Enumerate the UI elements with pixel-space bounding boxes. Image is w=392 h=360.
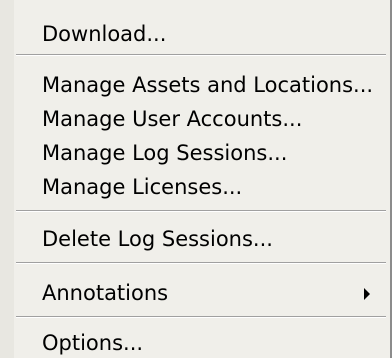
menu-item-manage-assets-and-locations[interactable]: Manage Assets and Locations... bbox=[0, 68, 390, 102]
menu-item-manage-user-accounts[interactable]: Manage User Accounts... bbox=[0, 102, 390, 136]
menu-item-label: Manage Assets and Locations... bbox=[42, 73, 374, 97]
menu-item-manage-log-sessions[interactable]: Manage Log Sessions... bbox=[0, 136, 390, 170]
menu-item-label: Manage Log Sessions... bbox=[42, 141, 288, 165]
submenu-arrow-icon bbox=[364, 288, 370, 300]
menu-separator bbox=[16, 210, 386, 212]
context-menu: Download... Manage Assets and Locations.… bbox=[0, 0, 392, 358]
menu-item-download[interactable]: Download... bbox=[0, 17, 390, 51]
menu-separator bbox=[16, 316, 386, 318]
menu-item-label: Manage Licenses... bbox=[42, 175, 243, 199]
menu-item-annotations[interactable]: Annotations bbox=[0, 276, 390, 310]
menu-separator bbox=[16, 262, 386, 264]
menu-item-label: Delete Log Sessions... bbox=[42, 227, 273, 251]
menu-item-label: Download... bbox=[42, 22, 167, 46]
menu-item-label: Options... bbox=[42, 331, 144, 355]
menu-separator bbox=[16, 54, 386, 56]
menu-item-options[interactable]: Options... bbox=[0, 326, 390, 360]
menu-item-manage-licenses[interactable]: Manage Licenses... bbox=[0, 170, 390, 204]
menu-item-delete-log-sessions[interactable]: Delete Log Sessions... bbox=[0, 222, 390, 256]
menu-item-label: Annotations bbox=[42, 281, 169, 305]
menu-item-label: Manage User Accounts... bbox=[42, 107, 303, 131]
